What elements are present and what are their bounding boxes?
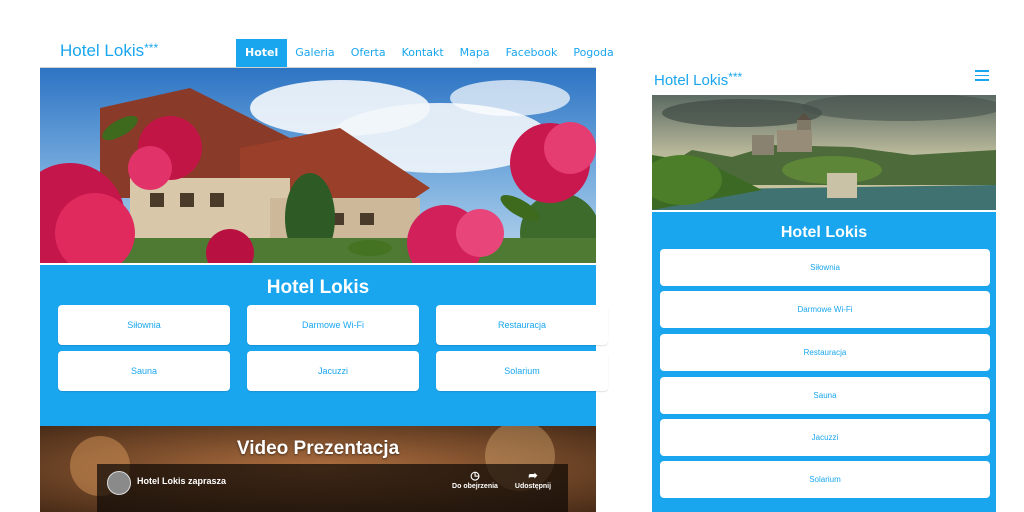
mobile-hero-image-castle [652,95,996,210]
section-title: Hotel Lokis [266,277,370,298]
mobile-amenity-button-silownia[interactable]: Siłownia [660,249,990,286]
amenity-button-jacuzzi[interactable]: Jacuzzi [247,351,419,391]
nav-mapa[interactable]: Mapa [452,39,498,67]
mobile-amenity-button-jacuzzi[interactable]: Jacuzzi [660,419,990,456]
watch-later-button[interactable]: ◷ Do obejrzenia [450,469,500,490]
brand-stars: *** [144,41,159,55]
video-title[interactable]: Hotel Lokis zaprasza [137,476,226,486]
nav-pogoda[interactable]: Pogoda [565,39,621,67]
share-arrow-icon: ➦ [528,470,538,482]
nav-kontakt[interactable]: Kontakt [394,39,452,67]
video-section-title: Video Prezentacja [236,438,400,459]
channel-avatar[interactable] [107,471,131,495]
brand-name: Hotel Lokis [60,41,145,60]
desktop-nav: Hotel Galeria Oferta Kontakt Mapa Facebo… [236,39,622,67]
amenity-button-wifi[interactable]: Darmowe Wi-Fi [247,305,419,345]
desktop-brand-logo[interactable]: Hotel Lokis*** [60,41,158,61]
video-player[interactable]: Hotel Lokis zaprasza ◷ Do obejrzenia ➦ U… [97,464,568,512]
mobile-amenity-button-sauna[interactable]: Sauna [660,377,990,414]
video-section: Video Prezentacja Hotel Lokis zaprasza ◷… [40,426,596,512]
nav-galeria[interactable]: Galeria [287,39,342,67]
mobile-brand-logo[interactable]: Hotel Lokis*** [654,70,742,89]
nav-oferta[interactable]: Oferta [343,39,394,67]
amenities-section: Hotel Lokis Siłownia Darmowe Wi-Fi Resta… [40,265,608,426]
share-label: Udostępnij [514,483,552,490]
nav-hotel[interactable]: Hotel [236,39,288,67]
hero-image-hotel-roses [40,68,596,263]
amenity-button-solarium[interactable]: Solarium [436,351,608,391]
clock-icon: ◷ [470,470,480,482]
amenity-button-sauna[interactable]: Sauna [58,351,230,391]
mobile-amenity-button-restauracja[interactable]: Restauracja [660,334,990,371]
mobile-section-title: Hotel Lokis [780,224,868,241]
amenity-button-restauracja[interactable]: Restauracja [436,305,608,345]
mobile-amenity-button-solarium[interactable]: Solarium [660,461,990,498]
nav-facebook[interactable]: Facebook [498,39,566,67]
watch-later-label: Do obejrzenia [452,483,498,490]
amenity-button-silownia[interactable]: Siłownia [58,305,230,345]
mobile-brand-stars: *** [728,70,743,84]
mobile-brand-name: Hotel Lokis [654,72,729,89]
hamburger-icon[interactable] [975,70,989,84]
mobile-amenity-button-wifi[interactable]: Darmowe Wi-Fi [660,291,990,328]
mobile-amenities-section: Hotel Lokis Siłownia Darmowe Wi-Fi Resta… [652,212,996,512]
share-button[interactable]: ➦ Udostępnij [508,469,558,490]
